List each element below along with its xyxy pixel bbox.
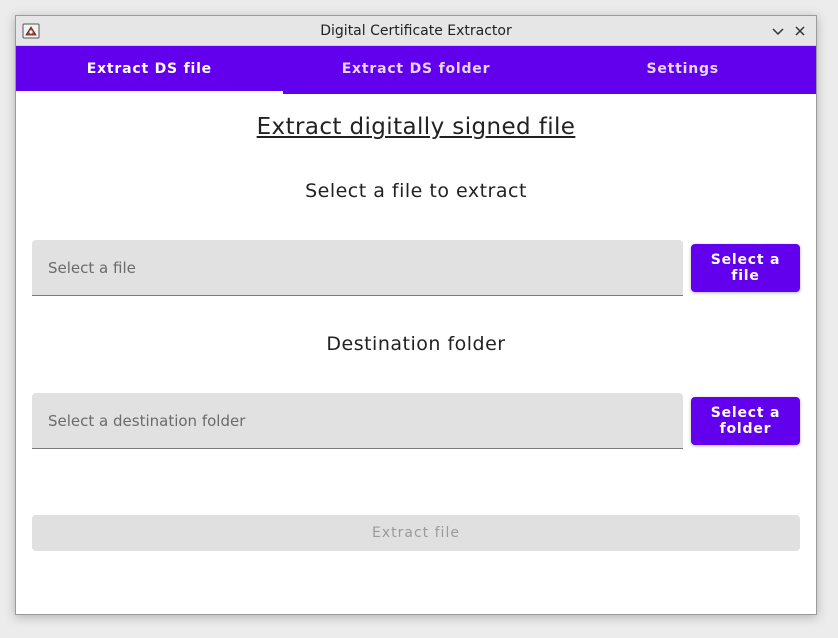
page-title: Extract digitally signed file [256,114,576,140]
file-section-label: Select a file to extract [305,180,527,202]
tab-extract-ds-file[interactable]: Extract DS file [16,46,283,94]
close-icon[interactable] [790,21,810,41]
select-file-button[interactable]: Select a file [691,244,800,292]
tab-settings[interactable]: Settings [549,46,816,94]
tab-label: Extract DS file [86,60,212,77]
destination-folder-input[interactable] [32,393,683,449]
chevron-down-icon[interactable] [768,21,788,41]
file-path-input[interactable] [32,240,683,296]
select-folder-button[interactable]: Select a folder [691,397,800,445]
window-title: Digital Certificate Extractor [320,23,512,39]
main-content: Extract digitally signed file Select a f… [16,94,816,614]
tab-label: Extract DS folder [341,60,491,77]
app-window: Digital Certificate Extractor Extract DS… [15,15,817,615]
tab-label: Settings [646,60,719,77]
title-bar[interactable]: Digital Certificate Extractor [16,16,816,46]
tab-extract-ds-folder[interactable]: Extract DS folder [283,46,550,94]
extract-file-button[interactable]: Extract file [32,515,800,551]
tab-bar: Extract DS file Extract DS folder Settin… [16,46,816,94]
folder-section-label: Destination folder [326,333,506,355]
